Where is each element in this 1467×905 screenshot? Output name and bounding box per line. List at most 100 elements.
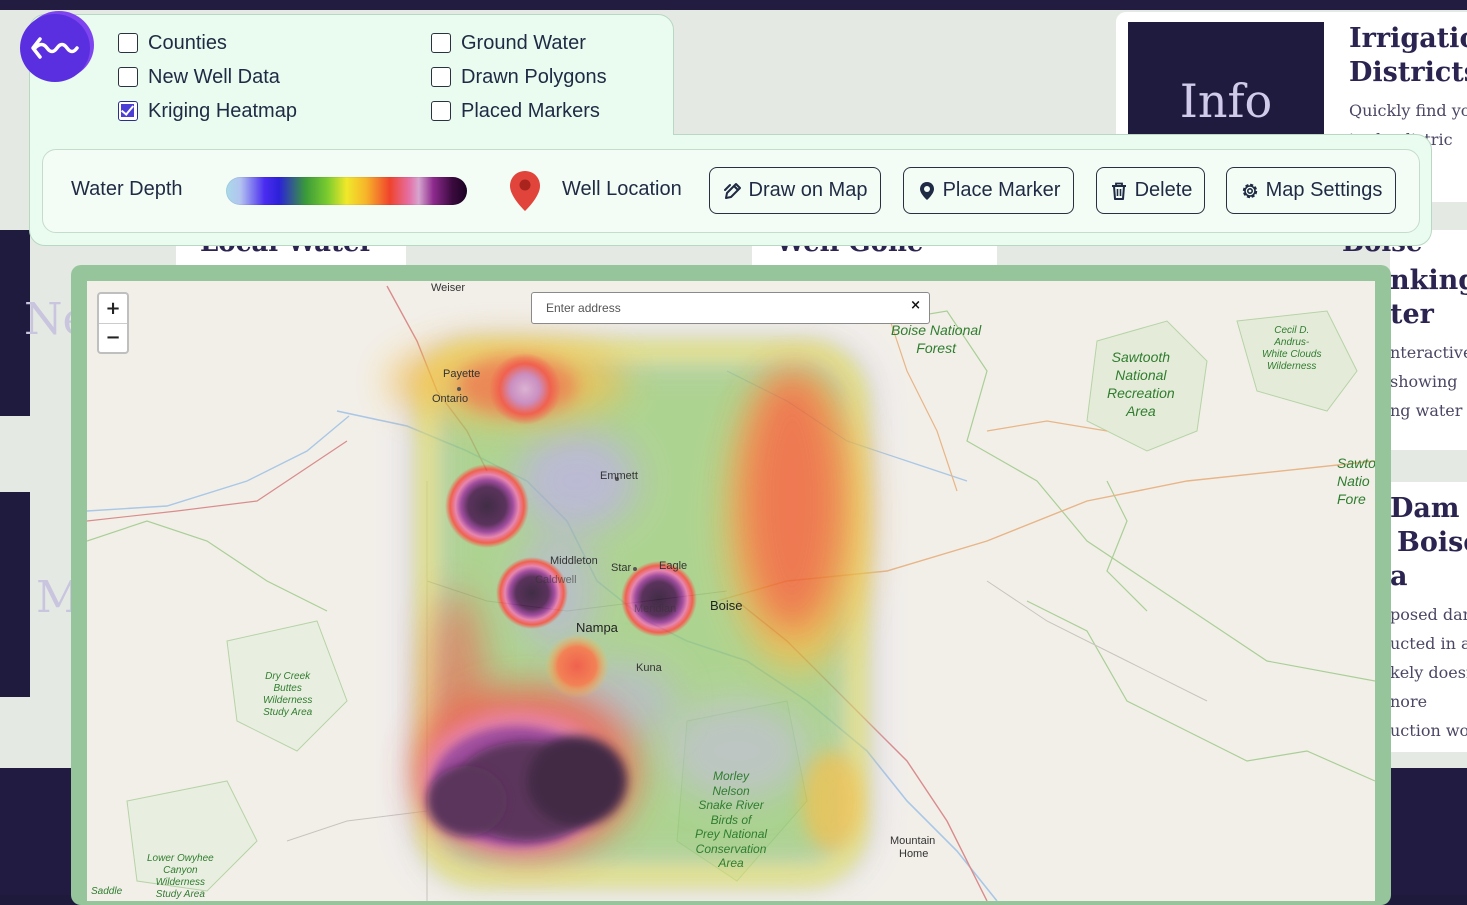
area-label-line: Forest <box>916 340 956 356</box>
place-ontario: Ontario <box>432 393 469 405</box>
place-meridian: Meridian <box>634 603 677 615</box>
layer-new-well-data[interactable]: New Well Data <box>118 64 280 90</box>
bg-drinking-title-2: ter <box>1390 299 1434 330</box>
new-well-data-checkbox[interactable] <box>118 67 138 87</box>
clear-search-button[interactable]: × <box>910 298 921 313</box>
bg-dam-title-3: a <box>1390 561 1408 592</box>
kriging-heatmap-checkbox[interactable] <box>118 101 138 121</box>
layer-kriging-heatmap[interactable]: Kriging Heatmap <box>118 98 297 124</box>
area-label-line: Sawto <box>1337 455 1375 471</box>
zoom-in-button[interactable]: + <box>99 294 127 324</box>
layer-label: Ground Water <box>461 31 586 54</box>
app-logo[interactable] <box>20 14 90 82</box>
bg-drinking-title-1: nking <box>1390 265 1467 296</box>
bg-info-image: Info <box>1128 22 1324 140</box>
place-mountain-home-2: Home <box>899 848 929 860</box>
trash-icon <box>1111 182 1126 200</box>
place-star: Star <box>611 562 632 574</box>
delete-label: Delete <box>1134 179 1193 201</box>
map-settings-button[interactable]: Map Settings <box>1226 167 1396 214</box>
layer-label: Drawn Polygons <box>461 65 607 88</box>
location-marker-icon <box>919 181 934 200</box>
area-label-line: Birds of <box>710 812 752 827</box>
area-label-line: Nelson <box>712 783 750 798</box>
layer-counties[interactable]: Counties <box>118 30 227 56</box>
area-label-line: Andrus- <box>1274 337 1310 348</box>
draw-on-map-button[interactable]: Draw on Map <box>709 167 881 214</box>
place-kuna: Kuna <box>636 662 662 674</box>
area-label-line: Wilderness <box>155 877 206 888</box>
delete-button[interactable]: Delete <box>1096 167 1205 214</box>
area-lower-owyhee: Lower Owyhee Canyon Wilderness Study Are… <box>147 853 214 901</box>
pencil-icon <box>723 182 741 199</box>
bg-irrigation-title-1: Irrigation <box>1349 23 1467 54</box>
water-depth-label: Water Depth <box>71 178 183 200</box>
map-settings-label: Map Settings <box>1265 179 1383 201</box>
area-label-line: Area <box>1126 403 1156 419</box>
place-nampa: Nampa <box>576 620 618 635</box>
place-marker-button[interactable]: Place Marker <box>903 167 1074 214</box>
place-emmett: Emmett <box>600 470 638 482</box>
area-morley-nelson: Morley Nelson Snake River Birds of Prey … <box>695 769 767 871</box>
layer-drawn-polygons[interactable]: Drawn Polygons <box>431 64 607 90</box>
bg-drinking-text-2: showing <box>1390 372 1458 391</box>
area-label-line: Wilderness <box>263 695 313 706</box>
bg-irrigation-title-2: Districts <box>1349 57 1467 88</box>
place-boise: Boise <box>710 598 743 613</box>
layer-label: Kriging Heatmap <box>148 99 297 122</box>
area-label-line: White Clouds <box>1262 349 1322 360</box>
zoom-out-button[interactable]: − <box>99 323 127 352</box>
area-dry-creek: Dry Creek Buttes Wilderness Study Area <box>263 671 312 719</box>
area-saddle: Saddle <box>91 886 123 897</box>
bg-dam-text-1: posed dam <box>1390 605 1467 624</box>
bg-card-left-2 <box>0 492 30 697</box>
water-depth-gradient <box>226 177 467 205</box>
layer-label: Counties <box>148 31 227 54</box>
area-label-line: Snake River <box>698 798 764 812</box>
place-marker-label: Place Marker <box>942 179 1061 201</box>
area-label-line: Canyon <box>163 865 198 876</box>
area-label-line: Conservation <box>695 841 767 856</box>
place-mountain-home-1: Mountain <box>890 835 936 847</box>
bg-dam-title-2: Boise <box>1397 527 1467 558</box>
place-eagle: Eagle <box>659 560 688 572</box>
address-search-input[interactable] <box>546 299 886 317</box>
placed-markers-checkbox[interactable] <box>431 101 451 121</box>
area-label-line: Cecil D. <box>1274 325 1310 336</box>
area-boise-national-forest: Boise National Forest <box>891 321 981 357</box>
drawn-polygons-checkbox[interactable] <box>431 67 451 87</box>
panel-join <box>30 133 673 137</box>
area-label-line: Study Area <box>155 889 205 900</box>
bg-irrigation-text-1: Quickly find yo <box>1349 101 1467 120</box>
area-label-line: Prey National <box>695 827 768 841</box>
draw-on-map-label: Draw on Map <box>748 179 868 201</box>
layer-list: Counties New Well Data Kriging Heatmap G… <box>118 30 638 130</box>
area-label-line: Morley <box>713 769 750 783</box>
area-label-line: Fore <box>1337 491 1366 507</box>
area-label-line: Wilderness <box>1267 361 1317 372</box>
place-middleton: Middleton <box>550 555 598 567</box>
bg-dam-title-1: Dam <box>1390 493 1460 524</box>
address-search: × <box>531 292 930 324</box>
bg-drinking-text-3: ng water a <box>1390 401 1467 420</box>
area-label-line: Buttes <box>273 683 302 694</box>
area-label-line: Recreation <box>1107 385 1175 401</box>
ground-water-checkbox[interactable] <box>431 33 451 53</box>
bg-dam-text-2: ucted in a <box>1390 634 1467 653</box>
place-weiser: Weiser <box>431 282 466 294</box>
layer-label: New Well Data <box>148 65 280 88</box>
layer-label: Placed Markers <box>461 99 600 122</box>
area-sawtooth-nf: Sawto Natio Fore <box>1337 454 1375 508</box>
bg-dam-text-4: nore <box>1390 692 1428 711</box>
area-label-line: Lower Owyhee <box>147 853 214 864</box>
place-payette: Payette <box>443 368 481 380</box>
bg-dam-text-5: uction wo <box>1390 721 1467 740</box>
area-cecil-andrus: Cecil D. Andrus- White Clouds Wilderness <box>1262 325 1321 373</box>
counties-checkbox[interactable] <box>118 33 138 53</box>
layer-ground-water[interactable]: Ground Water <box>431 30 586 56</box>
map-view[interactable]: Weiser Payette Ontario Emmett Middleton … <box>87 281 1375 901</box>
area-label-line: Dry Creek <box>265 671 311 682</box>
map-pin-icon <box>510 171 540 211</box>
area-label-line: Natio <box>1337 473 1370 489</box>
layer-placed-markers[interactable]: Placed Markers <box>431 98 600 124</box>
